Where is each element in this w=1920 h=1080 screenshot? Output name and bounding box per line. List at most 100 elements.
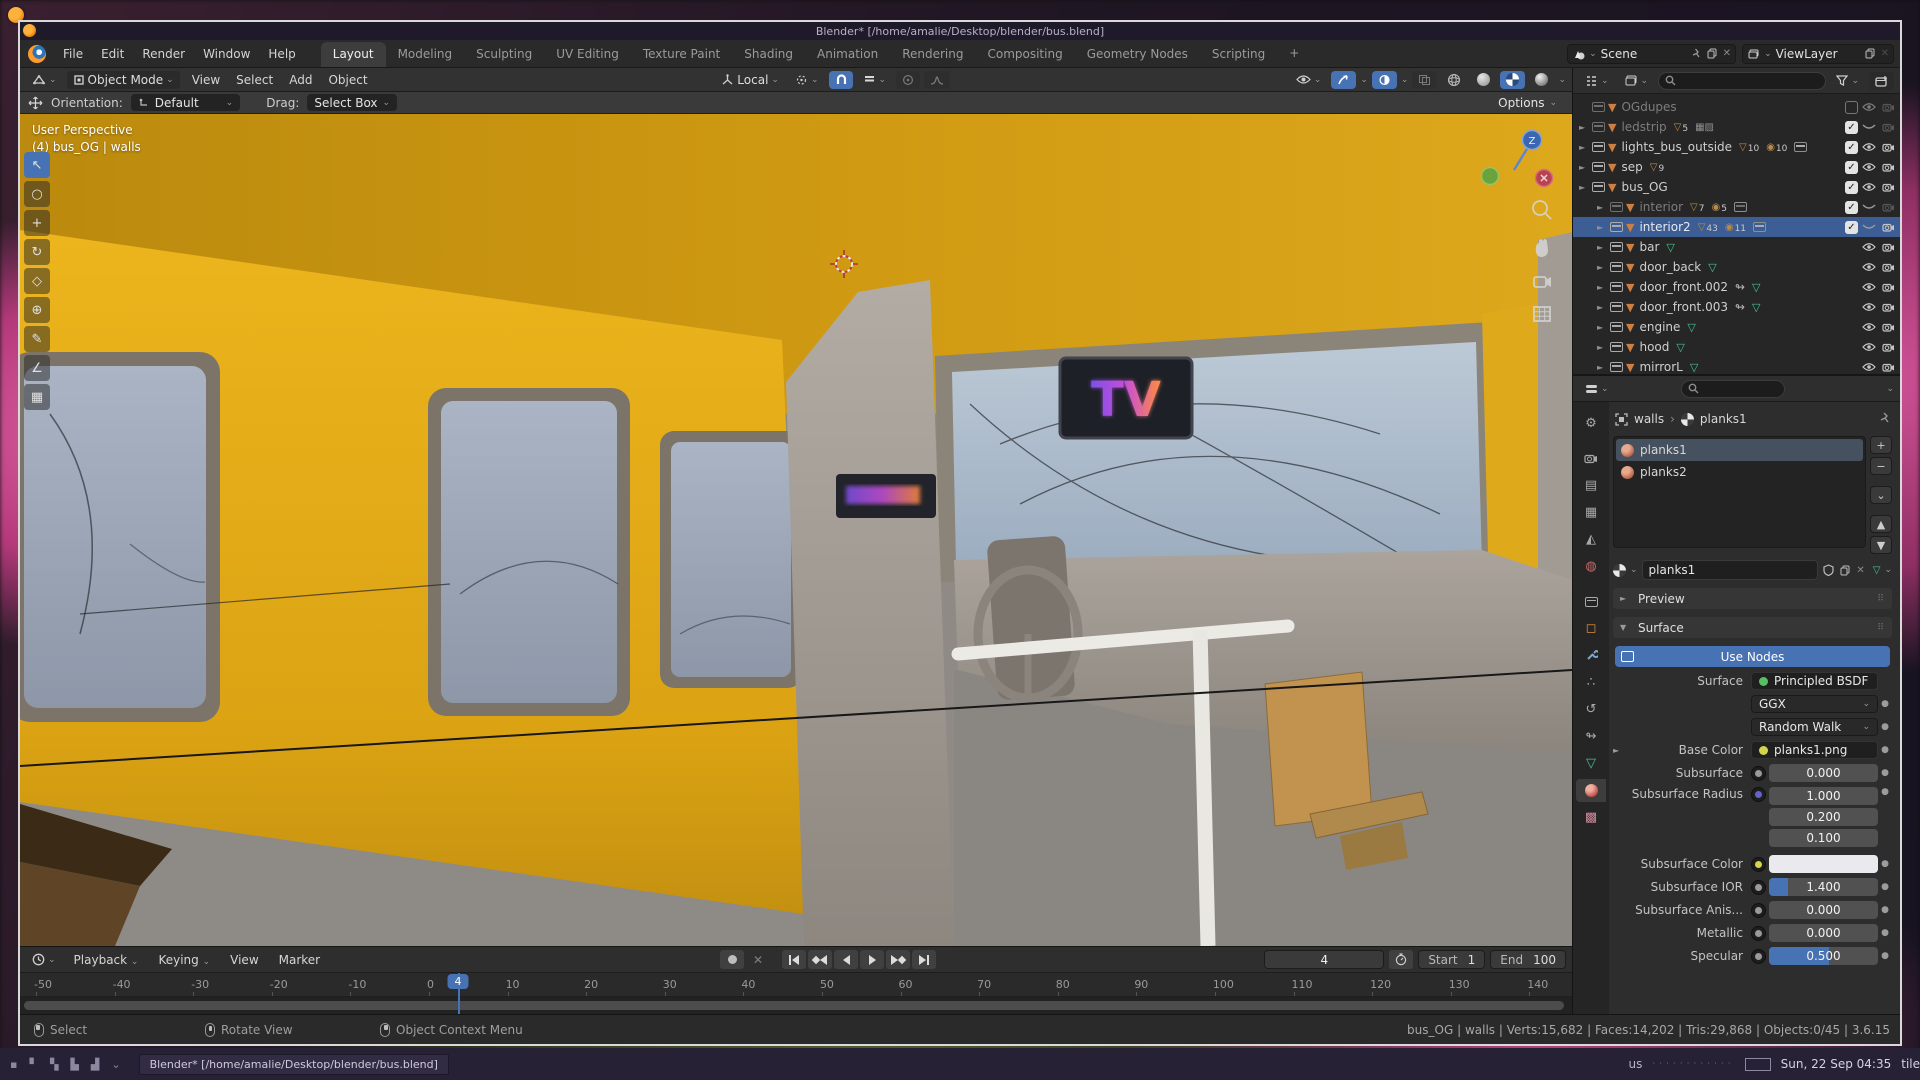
tab-collection-properties[interactable] — [1576, 590, 1606, 613]
hide-in-viewport-toggle[interactable] — [1861, 262, 1877, 272]
surface-panel-header[interactable]: ▼ Surface ⠿ — [1613, 617, 1892, 638]
keying-set-clear-button[interactable]: ✕ — [746, 950, 770, 969]
play-button[interactable] — [860, 950, 884, 969]
animate-dot[interactable]: ● — [1878, 882, 1892, 892]
timeline-channel-band[interactable] — [20, 997, 1572, 1014]
tab-modifier-properties[interactable] — [1576, 644, 1606, 667]
disable-in-render-toggle[interactable] — [1880, 222, 1896, 232]
object-name[interactable]: sep — [1621, 160, 1642, 174]
shading-rendered-button[interactable] — [1529, 71, 1554, 89]
breadcrumb-object[interactable]: walls — [1634, 412, 1664, 426]
material-slot[interactable]: planks2 — [1616, 461, 1863, 483]
expander-icon[interactable]: ► — [1597, 263, 1607, 272]
hide-in-viewport-toggle[interactable] — [1861, 222, 1877, 232]
close-icon[interactable]: ✕ — [1881, 48, 1889, 59]
tab-constraint-properties[interactable]: ↬ — [1576, 725, 1606, 748]
animate-dot[interactable]: ● — [1878, 905, 1892, 915]
outliner-row[interactable]: ► ▼ ledstrip ↬ ▽5 ◉ ▦▨ ▽ ✓ — [1573, 117, 1900, 137]
workspace-tab[interactable]: Layout — [321, 42, 386, 67]
workspace-tab[interactable]: Rendering — [890, 42, 975, 67]
play-reverse-button[interactable] — [834, 950, 858, 969]
timeline-ruler[interactable]: -50-40-30-20-100102030405060708090100110… — [20, 973, 1572, 997]
animate-dot[interactable]: ● — [1878, 951, 1892, 961]
new-copy-icon[interactable] — [1864, 47, 1877, 60]
view-layer-name[interactable]: ViewLayer — [1776, 47, 1860, 61]
expander-icon[interactable]: ► — [1579, 123, 1589, 132]
viewport-menu-item[interactable]: Select — [228, 70, 281, 90]
gizmo-y-axis[interactable] — [1482, 168, 1499, 185]
transform-orientation-dropdown[interactable]: Local ⌄ — [715, 71, 785, 89]
snap-target-dropdown[interactable]: ⌄ — [857, 71, 893, 89]
shading-solid-button[interactable] — [1471, 71, 1496, 89]
workspace-tab[interactable]: Scripting — [1200, 42, 1277, 67]
expander-icon[interactable]: ► — [1597, 343, 1607, 352]
wm-icon[interactable]: ▪ — [10, 1058, 17, 1071]
disable-in-render-toggle[interactable] — [1880, 162, 1896, 172]
chevron-down-icon[interactable]: ⌄ — [1630, 565, 1638, 575]
next-keyframe-button[interactable] — [886, 950, 910, 969]
outliner-row[interactable]: ► ▼ door_front.003 ↬ ▽ ◉ ▦▨ ▽ ✓ — [1573, 297, 1900, 317]
select-box-tool[interactable]: ↖ — [24, 152, 50, 178]
timeline-menu-marker[interactable]: Marker — [271, 950, 328, 970]
wm-icon[interactable]: ⌄ — [111, 1058, 120, 1071]
object-name[interactable]: door_front.003 — [1639, 300, 1728, 314]
disable-in-render-toggle[interactable] — [1880, 302, 1896, 312]
outliner-row[interactable]: ► ▼ mirrorL ↬ ▽ ◉ ▦▨ ▽ ✓ — [1573, 357, 1900, 374]
use-preview-range-button[interactable] — [1389, 950, 1413, 969]
move-slot-up-button[interactable]: ▲ — [1870, 515, 1892, 533]
add-slot-button[interactable]: + — [1870, 436, 1892, 454]
overlays-toggle[interactable] — [1372, 71, 1397, 89]
expander-icon[interactable]: ► — [1579, 183, 1589, 192]
blender-logo-icon[interactable] — [28, 45, 46, 63]
outliner-row[interactable]: ► ▼ interior ↬ ▽7 ◉5 ▦▨ ▽ ✓ — [1573, 197, 1900, 217]
disable-in-render-toggle[interactable] — [1880, 102, 1896, 112]
object-name[interactable]: door_front.002 — [1639, 280, 1728, 294]
expander-icon[interactable]: ► — [1597, 323, 1607, 332]
wm-icon[interactable]: ▙ — [70, 1058, 78, 1071]
viewport-menu-item[interactable]: Object — [320, 70, 375, 90]
disable-in-render-toggle[interactable] — [1880, 342, 1896, 352]
proportional-edit-toggle[interactable] — [896, 71, 920, 89]
overlays-dropdown[interactable]: ⌄ — [1401, 75, 1409, 85]
exclude-checkbox[interactable]: ✓ — [1845, 181, 1858, 194]
scene-selector[interactable]: ⌄ Scene ✕ — [1567, 44, 1736, 64]
object-name[interactable]: bus_OG — [1621, 180, 1667, 194]
tab-particle-properties[interactable]: ∴ — [1576, 671, 1606, 694]
metallic-slider[interactable]: 0.000 — [1769, 924, 1878, 942]
radius-b-slider[interactable]: 0.100 — [1769, 829, 1878, 847]
exclude-checkbox[interactable]: ✓ — [1845, 121, 1858, 134]
object-name[interactable]: mirrorL — [1639, 360, 1682, 374]
jump-to-end-button[interactable] — [912, 950, 936, 969]
outliner-editor-type-button[interactable]: ⌄ — [1579, 72, 1615, 90]
subsurface-ior-slider[interactable]: 1.400 — [1769, 878, 1878, 896]
fake-user-shield-icon[interactable] — [1822, 564, 1835, 577]
frame-start-field[interactable]: Start 1 — [1418, 950, 1485, 969]
animate-dot[interactable]: ● — [1878, 787, 1892, 797]
outliner-row[interactable]: ► ▼ interior2 ↬ ▽43 ◉11 ▦▨ ▽ ✓ — [1573, 217, 1900, 237]
disable-in-render-toggle[interactable] — [1880, 282, 1896, 292]
tab-render-properties[interactable] — [1576, 447, 1606, 470]
workspace-tab[interactable]: Texture Paint — [631, 42, 732, 67]
taskbar-clock[interactable]: Sun, 22 Sep 04:35 — [1781, 1057, 1892, 1071]
outliner-row[interactable]: ► ▼ hood ↬ ▽ ◉ ▦▨ ▽ ✓ — [1573, 337, 1900, 357]
expander-icon[interactable]: ► — [1579, 163, 1589, 172]
frame-end-field[interactable]: End 100 — [1490, 950, 1566, 969]
distribution-dropdown[interactable]: GGX ⌄ — [1751, 695, 1878, 713]
cursor-tool[interactable]: ○ — [24, 181, 50, 207]
material-name-field[interactable]: planks1 — [1642, 560, 1819, 580]
workspace-tab[interactable]: Compositing — [975, 42, 1074, 67]
hide-in-viewport-toggle[interactable] — [1861, 242, 1877, 252]
hide-in-viewport-toggle[interactable] — [1861, 282, 1877, 292]
base-color-field[interactable]: planks1.png — [1751, 741, 1878, 759]
disable-in-render-toggle[interactable] — [1880, 202, 1896, 212]
annotate-tool[interactable]: ✎ — [24, 326, 50, 352]
workspace-tab[interactable]: Modeling — [386, 42, 465, 67]
shading-wireframe-button[interactable] — [1441, 71, 1467, 89]
disable-in-render-toggle[interactable] — [1880, 122, 1896, 132]
exclude-checkbox[interactable]: ✓ — [1845, 141, 1858, 154]
object-name[interactable]: hood — [1639, 340, 1669, 354]
outliner-row[interactable]: ► ▼ lights_bus_outside ↬ ▽10 ◉10 ▦▨ ▽ ✓ — [1573, 137, 1900, 157]
new-copy-icon[interactable] — [1839, 564, 1852, 577]
new-copy-icon[interactable] — [1706, 47, 1719, 60]
disable-in-render-toggle[interactable] — [1880, 322, 1896, 332]
